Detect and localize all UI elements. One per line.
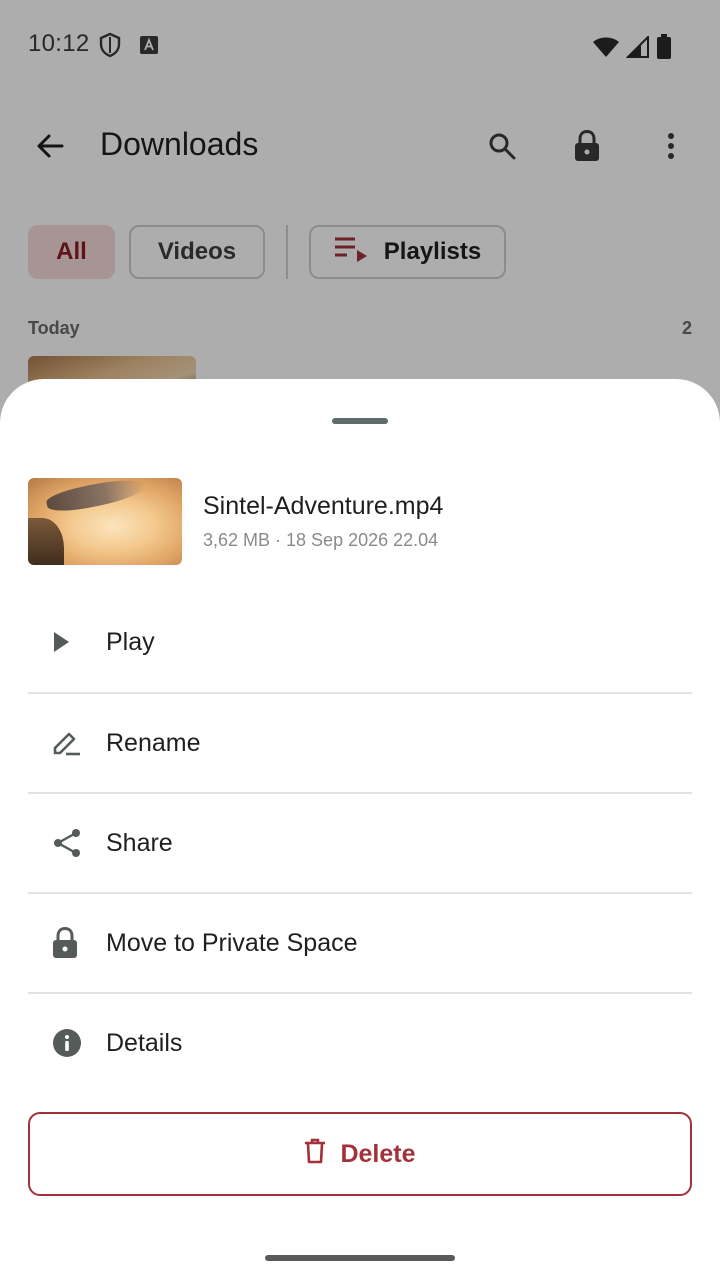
file-thumbnail	[28, 478, 182, 565]
menu-item-label: Share	[106, 828, 173, 857]
drag-handle[interactable]	[332, 418, 388, 424]
menu-item-move-private[interactable]: Move to Private Space	[28, 892, 692, 992]
info-icon	[28, 1027, 106, 1059]
menu-item-label: Rename	[106, 728, 201, 757]
delete-button[interactable]: Delete	[28, 1112, 692, 1196]
lock-icon	[28, 927, 106, 959]
file-header: Sintel-Adventure.mp4 3,62 MB · 18 Sep 20…	[28, 478, 692, 566]
file-name: Sintel-Adventure.mp4	[203, 492, 444, 520]
menu-item-label: Details	[106, 1028, 183, 1057]
menu-item-label: Move to Private Space	[106, 928, 358, 957]
trash-icon	[304, 1138, 326, 1171]
menu-item-details[interactable]: Details	[28, 992, 692, 1092]
action-menu: Play Rename Share Move to Private Space …	[28, 592, 692, 1092]
file-meta: 3,62 MB · 18 Sep 2026 22.04	[203, 530, 439, 550]
play-icon	[28, 626, 106, 658]
menu-item-rename[interactable]: Rename	[28, 692, 692, 792]
menu-item-label: Play	[106, 627, 155, 656]
bottom-sheet: Sintel-Adventure.mp4 3,62 MB · 18 Sep 20…	[0, 379, 720, 1280]
menu-item-share[interactable]: Share	[28, 792, 692, 892]
delete-label: Delete	[340, 1139, 416, 1168]
rename-icon	[28, 727, 106, 759]
gesture-navigation-bar[interactable]	[265, 1255, 455, 1261]
menu-item-play[interactable]: Play	[28, 592, 692, 692]
share-icon	[28, 827, 106, 859]
